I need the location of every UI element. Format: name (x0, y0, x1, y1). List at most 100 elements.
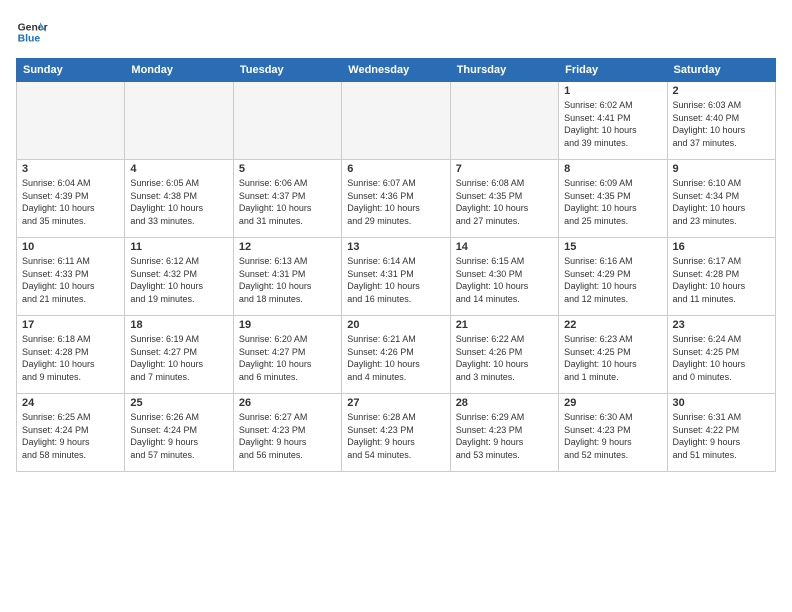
day-info: Sunrise: 6:07 AM Sunset: 4:36 PM Dayligh… (347, 177, 444, 227)
day-cell: 17 Sunrise: 6:18 AM Sunset: 4:28 PM Dayli… (17, 316, 125, 394)
day-cell: 3Sunrise: 6:04 AM Sunset: 4:39 PM Daylig… (17, 160, 125, 238)
day-cell: 27 Sunrise: 6:28 AM Sunset: 4:23 PM Dayli… (342, 394, 450, 472)
day-cell: 1Sunrise: 6:02 AM Sunset: 4:41 PM Daylig… (559, 82, 667, 160)
day-number: 21 (456, 319, 553, 331)
day-info: Sunrise: 6:21 AM Sunset: 4:26 PM Dayligh… (347, 333, 444, 383)
page: General Blue SundayMondayTuesdayWednesda… (0, 0, 792, 612)
day-cell: 20 Sunrise: 6:21 AM Sunset: 4:26 PM Dayli… (342, 316, 450, 394)
day-info: Sunrise: 6:13 AM Sunset: 4:31 PM Dayligh… (239, 255, 336, 305)
weekday-friday: Friday (559, 59, 667, 82)
day-cell: 21 Sunrise: 6:22 AM Sunset: 4:26 PM Dayli… (450, 316, 558, 394)
day-number: 29 (564, 397, 661, 409)
day-cell: 16Sunrise: 6:17 AM Sunset: 4:28 PM Dayli… (667, 238, 775, 316)
day-cell: 4 Sunrise: 6:05 AM Sunset: 4:38 PM Daylig… (125, 160, 233, 238)
day-info: Sunrise: 6:10 AM Sunset: 4:34 PM Dayligh… (673, 177, 770, 227)
calendar-table: SundayMondayTuesdayWednesdayThursdayFrid… (16, 58, 776, 472)
day-number: 7 (456, 163, 553, 175)
day-cell: 29 Sunrise: 6:30 AM Sunset: 4:23 PM Dayli… (559, 394, 667, 472)
day-number: 14 (456, 241, 553, 253)
week-row-4: 17 Sunrise: 6:18 AM Sunset: 4:28 PM Dayli… (17, 316, 776, 394)
weekday-wednesday: Wednesday (342, 59, 450, 82)
day-number: 1 (564, 85, 661, 97)
day-number: 18 (130, 319, 227, 331)
week-row-5: 24 Sunrise: 6:25 AM Sunset: 4:24 PM Dayli… (17, 394, 776, 472)
day-cell: 10 Sunrise: 6:11 AM Sunset: 4:33 PM Dayli… (17, 238, 125, 316)
day-cell: 2 Sunrise: 6:03 AM Sunset: 4:40 PM Daylig… (667, 82, 775, 160)
day-info: Sunrise: 6:05 AM Sunset: 4:38 PM Dayligh… (130, 177, 227, 227)
day-cell: 18 Sunrise: 6:19 AM Sunset: 4:27 PM Dayli… (125, 316, 233, 394)
weekday-monday: Monday (125, 59, 233, 82)
day-number: 22 (564, 319, 661, 331)
day-number: 12 (239, 241, 336, 253)
day-number: 13 (347, 241, 444, 253)
day-info: Sunrise: 6:19 AM Sunset: 4:27 PM Dayligh… (130, 333, 227, 383)
day-number: 15 (564, 241, 661, 253)
day-cell: 23Sunrise: 6:24 AM Sunset: 4:25 PM Dayli… (667, 316, 775, 394)
day-cell: 24 Sunrise: 6:25 AM Sunset: 4:24 PM Dayli… (17, 394, 125, 472)
day-cell: 30 Sunrise: 6:31 AM Sunset: 4:22 PM Dayli… (667, 394, 775, 472)
day-cell (125, 82, 233, 160)
day-number: 24 (22, 397, 119, 409)
weekday-header-row: SundayMondayTuesdayWednesdayThursdayFrid… (17, 59, 776, 82)
day-info: Sunrise: 6:20 AM Sunset: 4:27 PM Dayligh… (239, 333, 336, 383)
day-number: 9 (673, 163, 770, 175)
day-number: 26 (239, 397, 336, 409)
day-number: 27 (347, 397, 444, 409)
day-number: 2 (673, 85, 770, 97)
day-info: Sunrise: 6:11 AM Sunset: 4:33 PM Dayligh… (22, 255, 119, 305)
day-number: 10 (22, 241, 119, 253)
day-number: 6 (347, 163, 444, 175)
svg-text:Blue: Blue (18, 34, 41, 45)
day-info: Sunrise: 6:26 AM Sunset: 4:24 PM Dayligh… (130, 411, 227, 461)
day-number: 4 (130, 163, 227, 175)
day-info: Sunrise: 6:30 AM Sunset: 4:23 PM Dayligh… (564, 411, 661, 461)
header: General Blue (16, 16, 776, 48)
day-cell: 19 Sunrise: 6:20 AM Sunset: 4:27 PM Dayli… (233, 316, 341, 394)
day-cell (450, 82, 558, 160)
day-cell: 28Sunrise: 6:29 AM Sunset: 4:23 PM Dayli… (450, 394, 558, 472)
day-info: Sunrise: 6:23 AM Sunset: 4:25 PM Dayligh… (564, 333, 661, 383)
day-info: Sunrise: 6:24 AM Sunset: 4:25 PM Dayligh… (673, 333, 770, 383)
day-info: Sunrise: 6:06 AM Sunset: 4:37 PM Dayligh… (239, 177, 336, 227)
day-cell: 26 Sunrise: 6:27 AM Sunset: 4:23 PM Dayli… (233, 394, 341, 472)
logo-icon: General Blue (16, 16, 48, 48)
day-info: Sunrise: 6:31 AM Sunset: 4:22 PM Dayligh… (673, 411, 770, 461)
day-number: 11 (130, 241, 227, 253)
day-info: Sunrise: 6:28 AM Sunset: 4:23 PM Dayligh… (347, 411, 444, 461)
day-cell: 11 Sunrise: 6:12 AM Sunset: 4:32 PM Dayli… (125, 238, 233, 316)
day-cell: 13 Sunrise: 6:14 AM Sunset: 4:31 PM Dayli… (342, 238, 450, 316)
day-info: Sunrise: 6:18 AM Sunset: 4:28 PM Dayligh… (22, 333, 119, 383)
day-info: Sunrise: 6:03 AM Sunset: 4:40 PM Dayligh… (673, 99, 770, 149)
day-info: Sunrise: 6:17 AM Sunset: 4:28 PM Dayligh… (673, 255, 770, 305)
day-info: Sunrise: 6:16 AM Sunset: 4:29 PM Dayligh… (564, 255, 661, 305)
day-cell (17, 82, 125, 160)
day-number: 28 (456, 397, 553, 409)
day-cell: 22 Sunrise: 6:23 AM Sunset: 4:25 PM Dayli… (559, 316, 667, 394)
day-info: Sunrise: 6:14 AM Sunset: 4:31 PM Dayligh… (347, 255, 444, 305)
weekday-saturday: Saturday (667, 59, 775, 82)
day-number: 20 (347, 319, 444, 331)
calendar-body: 1Sunrise: 6:02 AM Sunset: 4:41 PM Daylig… (17, 82, 776, 472)
day-number: 17 (22, 319, 119, 331)
day-info: Sunrise: 6:25 AM Sunset: 4:24 PM Dayligh… (22, 411, 119, 461)
day-cell: 8Sunrise: 6:09 AM Sunset: 4:35 PM Daylig… (559, 160, 667, 238)
day-info: Sunrise: 6:22 AM Sunset: 4:26 PM Dayligh… (456, 333, 553, 383)
weekday-tuesday: Tuesday (233, 59, 341, 82)
day-number: 30 (673, 397, 770, 409)
day-info: Sunrise: 6:27 AM Sunset: 4:23 PM Dayligh… (239, 411, 336, 461)
day-number: 5 (239, 163, 336, 175)
day-number: 25 (130, 397, 227, 409)
day-cell: 25 Sunrise: 6:26 AM Sunset: 4:24 PM Dayli… (125, 394, 233, 472)
weekday-sunday: Sunday (17, 59, 125, 82)
day-number: 19 (239, 319, 336, 331)
day-info: Sunrise: 6:09 AM Sunset: 4:35 PM Dayligh… (564, 177, 661, 227)
weekday-thursday: Thursday (450, 59, 558, 82)
day-info: Sunrise: 6:15 AM Sunset: 4:30 PM Dayligh… (456, 255, 553, 305)
day-info: Sunrise: 6:12 AM Sunset: 4:32 PM Dayligh… (130, 255, 227, 305)
day-cell: 9 Sunrise: 6:10 AM Sunset: 4:34 PM Daylig… (667, 160, 775, 238)
week-row-1: 1Sunrise: 6:02 AM Sunset: 4:41 PM Daylig… (17, 82, 776, 160)
day-cell: 14 Sunrise: 6:15 AM Sunset: 4:30 PM Dayli… (450, 238, 558, 316)
day-cell: 5 Sunrise: 6:06 AM Sunset: 4:37 PM Daylig… (233, 160, 341, 238)
day-cell (233, 82, 341, 160)
day-number: 3 (22, 163, 119, 175)
